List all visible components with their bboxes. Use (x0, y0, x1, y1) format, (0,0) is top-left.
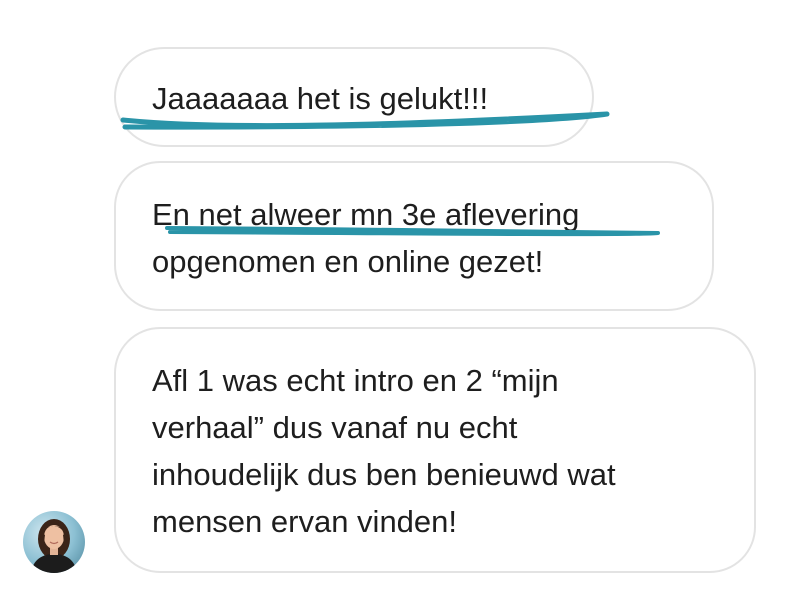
sender-avatar[interactable] (23, 511, 85, 573)
chat-thread: Jaaaaaaa het is gelukt!!! En net alweer … (0, 0, 800, 600)
profile-photo-icon (23, 511, 85, 573)
message-text-3: Afl 1 was echt intro en 2 “mijn verhaal”… (152, 363, 616, 539)
message-bubble-2[interactable]: En net alweer mn 3e aflevering opgenomen… (114, 161, 714, 311)
message-bubble-3[interactable]: Afl 1 was echt intro en 2 “mijn verhaal”… (114, 327, 756, 573)
message-bubble-1[interactable]: Jaaaaaaa het is gelukt!!! (114, 47, 594, 147)
message-text-1: Jaaaaaaa het is gelukt!!! (152, 81, 489, 116)
message-text-2: En net alweer mn 3e aflevering opgenomen… (152, 197, 580, 279)
